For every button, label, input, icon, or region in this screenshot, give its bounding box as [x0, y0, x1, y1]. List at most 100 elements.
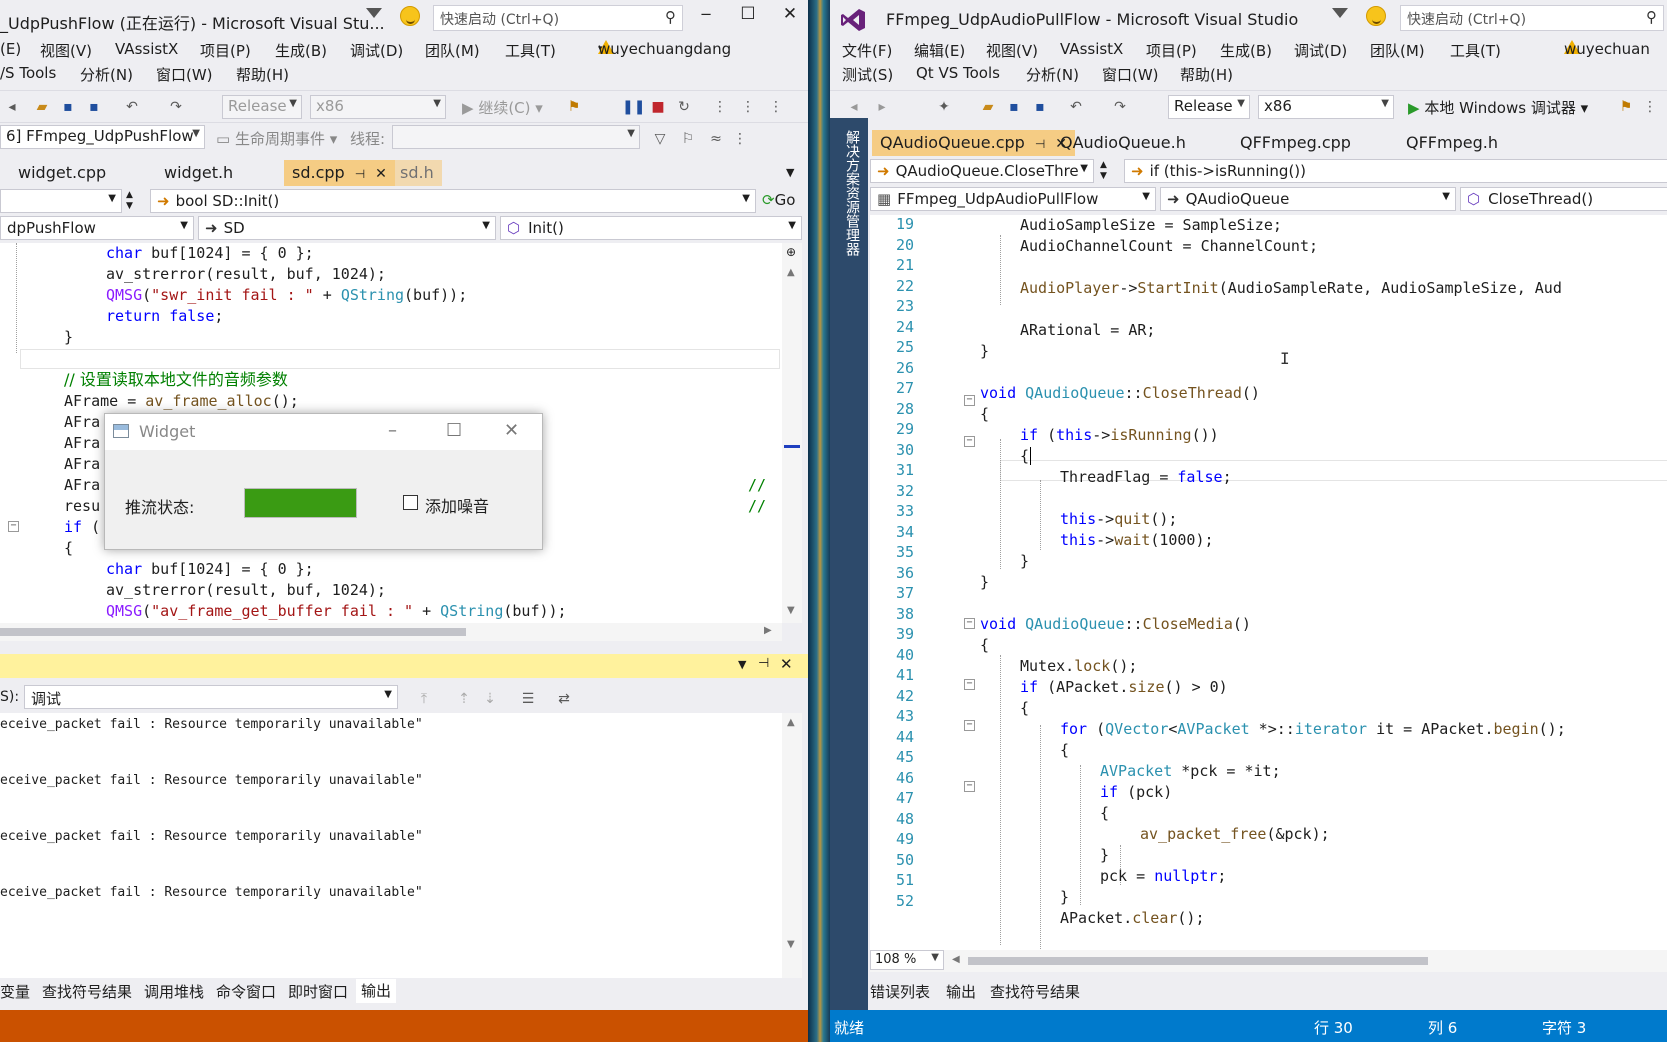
save-icon[interactable]: ▪	[60, 99, 76, 115]
show-threads-icon[interactable]: ≈	[708, 131, 724, 147]
output-vscrollbar[interactable]: ▲ ▼	[782, 713, 802, 978]
nav-spin-icon[interactable]: ▲ ▼	[126, 190, 133, 212]
scroll-up-icon[interactable]: ▲	[787, 717, 795, 728]
scroll-right-icon[interactable]: ▶	[764, 625, 772, 636]
hscroll-thumb[interactable]	[0, 628, 466, 636]
menu-team[interactable]: 团队(M)	[425, 40, 480, 61]
nav-spin-icon[interactable]: ▲ ▼	[1100, 160, 1107, 182]
collapse-icon[interactable]: −	[964, 679, 975, 690]
menu-test[interactable]: 测试(S)	[842, 64, 893, 85]
flag-thread-icon[interactable]: ⚐	[680, 131, 696, 147]
left-nav-member[interactable]: ⬡ Init() ▼	[500, 216, 802, 240]
tab-immediate-window[interactable]: 即时窗口	[288, 981, 348, 1002]
panel-dropdown-icon[interactable]: ▼	[738, 658, 746, 671]
thread-combo[interactable]: ▼	[392, 125, 640, 149]
next-message-icon[interactable]: ⇣	[482, 691, 498, 707]
lifecycle-events-button[interactable]: ▭ 生命周期事件 ▾	[216, 128, 337, 149]
collapse-icon[interactable]: −	[964, 720, 975, 731]
toolbar-overflow-icon[interactable]: ⋮	[732, 131, 748, 147]
panel-pin-icon[interactable]: ⊣	[758, 656, 769, 671]
pin-icon[interactable]: ⊣	[355, 167, 365, 181]
left-user-account[interactable]: wuyechuangdang ▾	[598, 40, 731, 58]
tab-find-symbol-results[interactable]: 查找符号结果	[42, 981, 132, 1002]
panel-close-icon[interactable]: ✕	[780, 655, 793, 673]
left-nav-project[interactable]: dpPushFlow ▼	[0, 216, 194, 240]
collapse-icon[interactable]: −	[964, 395, 975, 406]
feedback-smile-icon[interactable]	[1366, 6, 1386, 26]
feedback-smile-icon[interactable]	[400, 6, 420, 26]
tab-qffmpeg-cpp[interactable]: QFFmpeg.cpp	[1232, 130, 1359, 156]
scroll-down-icon[interactable]: ▼	[787, 939, 795, 950]
back-icon[interactable]: ◂	[4, 99, 20, 115]
clear-all-icon[interactable]: ☰	[520, 691, 536, 707]
redo-icon[interactable]: ↷	[168, 99, 184, 115]
maximize-icon[interactable]: ☐	[736, 4, 760, 24]
left-nav-function[interactable]: ➜ bool SD::Init() ▼	[150, 189, 756, 213]
add-noise-checkbox[interactable]	[403, 495, 418, 510]
hot-reload-icon[interactable]: ⚑	[566, 99, 582, 115]
go-button[interactable]: ⟳Go	[762, 191, 795, 209]
close-icon[interactable]: ✕	[778, 4, 802, 24]
menu-build[interactable]: 生成(B)	[275, 40, 327, 61]
step-out-icon[interactable]: ⋮	[768, 99, 784, 115]
menu-vassistx[interactable]: VAssistX	[1060, 40, 1123, 58]
restart-icon[interactable]: ↻	[676, 99, 692, 115]
tab-sd-cpp[interactable]: sd.cpp ⊣ ✕	[284, 160, 395, 186]
tab-sd-h[interactable]: sd.h	[392, 160, 442, 186]
save-all-icon[interactable]: ▪	[1032, 99, 1048, 115]
right-nav-context[interactable]: ➜ if (this->isRunning())	[1124, 159, 1667, 183]
left-nav-scope[interactable]: ▼	[0, 189, 122, 213]
continue-button[interactable]: ▶ 继续(C) ▾	[462, 97, 543, 118]
tab-locals[interactable]: 变量	[0, 981, 30, 1002]
tab-call-stack[interactable]: 调用堆栈	[144, 981, 204, 1002]
toolbar-overflow-icon[interactable]: ⋮	[1642, 99, 1658, 115]
collapse-icon[interactable]: −	[964, 436, 975, 447]
left-platform-combo[interactable]: x86 ▼	[310, 95, 446, 119]
feedback-funnel-icon[interactable]	[366, 8, 382, 18]
maximize-icon[interactable]: ☐	[446, 420, 462, 441]
menu-qt-vs-tools[interactable]: Qt VS Tools	[916, 64, 1000, 82]
new-project-icon[interactable]: ✦	[936, 99, 952, 115]
add-noise-label[interactable]: 添加噪音	[425, 493, 489, 517]
menu-project[interactable]: 项目(P)	[1146, 40, 1197, 61]
step-into-icon[interactable]: ⋮	[740, 99, 756, 115]
menu-project[interactable]: 项目(P)	[200, 40, 251, 61]
right-platform-combo[interactable]: x86 ▼	[1258, 95, 1394, 119]
find-message-icon[interactable]: ⤒	[416, 691, 432, 707]
tab-qffmpeg-h[interactable]: QFFmpeg.h	[1398, 130, 1506, 156]
collapse-icon[interactable]: −	[8, 521, 19, 532]
left-editor-hscrollbar[interactable]: ▶	[0, 623, 782, 641]
split-icon[interactable]: ⊕	[786, 245, 796, 259]
menu-analyze[interactable]: 分析(N)	[1026, 64, 1079, 85]
output-text-area[interactable]: eceive_packet fail : Resource temporaril…	[0, 713, 782, 978]
undo-icon[interactable]: ↶	[124, 99, 140, 115]
menu-qt-vs-tools[interactable]: /S Tools	[0, 64, 56, 82]
right-nav-scope[interactable]: ➜ QAudioQueue.CloseThre ▼	[870, 159, 1094, 183]
hot-reload-icon[interactable]: ⚑	[1618, 99, 1634, 115]
forward-icon[interactable]: ▸	[874, 99, 890, 115]
search-icon[interactable]: ⚲	[1646, 8, 1657, 26]
menu-edit[interactable]: 编辑(E)	[914, 40, 965, 61]
scroll-down-icon[interactable]: ▼	[787, 605, 795, 616]
left-nav-class[interactable]: ➜ SD ▼	[198, 216, 496, 240]
tab-qaudioqueue-h[interactable]: QAudioQueue.h	[1052, 130, 1194, 156]
right-nav-member[interactable]: ⬡ CloseThread()	[1460, 187, 1667, 211]
scroll-left-icon[interactable]: ◀	[952, 954, 960, 965]
step-icon[interactable]: ⋮	[712, 99, 728, 115]
tab-find-symbol-results[interactable]: 查找符号结果	[990, 981, 1080, 1002]
menu-view[interactable]: 视图(V)	[40, 40, 92, 61]
left-quick-launch-input[interactable]: 快速启动 (Ctrl+Q) ⚲	[433, 5, 683, 31]
minimize-icon[interactable]: –	[388, 420, 397, 441]
solution-explorer-side-tab[interactable]: 解决方案资源管理器	[830, 118, 868, 1042]
save-icon[interactable]: ▪	[1006, 99, 1022, 115]
open-folder-icon[interactable]: ▰	[34, 99, 50, 115]
open-folder-icon[interactable]: ▰	[980, 99, 996, 115]
menu-debug[interactable]: 调试(D)	[350, 40, 403, 61]
filter-thread-icon[interactable]: ▽	[652, 131, 668, 147]
menu-edit[interactable]: (E)	[0, 40, 21, 58]
left-editor-vscrollbar[interactable]: ⊕ ▲ ▼	[782, 243, 802, 623]
tab-overflow-icon[interactable]: ▼	[786, 166, 794, 179]
menu-build[interactable]: 生成(B)	[1220, 40, 1272, 61]
collapse-icon[interactable]: −	[964, 618, 975, 629]
menu-team[interactable]: 团队(M)	[1370, 40, 1425, 61]
